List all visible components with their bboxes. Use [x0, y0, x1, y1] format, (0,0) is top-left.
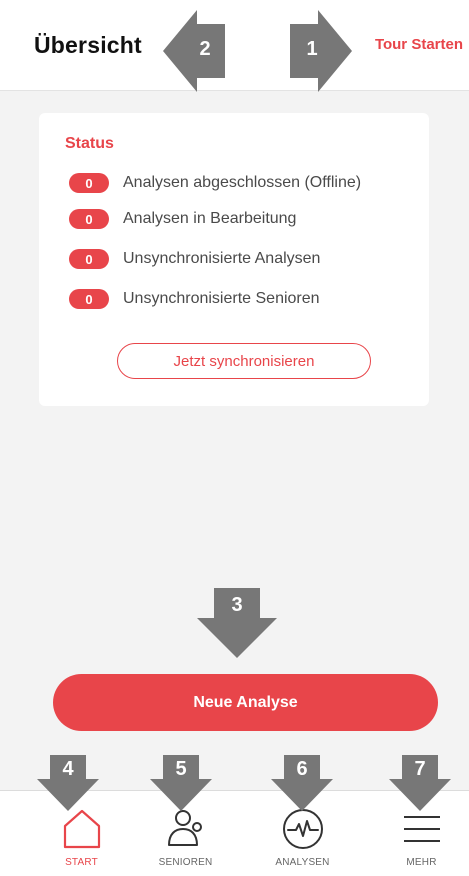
nav-label-start: START — [65, 857, 98, 868]
status-row-unsynced-seniors: 0 Unsynchronisierte Senioren — [69, 288, 320, 310]
status-card: Status 0 Analysen abgeschlossen (Offline… — [39, 113, 429, 406]
menu-icon — [403, 816, 440, 842]
sync-now-button[interactable]: Jetzt synchronisieren — [117, 343, 371, 379]
nav-item-more[interactable]: MEHR — [363, 791, 469, 876]
status-count-badge: 0 — [69, 209, 109, 229]
status-label: Analysen abgeschlossen (Offline) — [123, 174, 362, 191]
status-label: Analysen in Bearbeitung — [123, 210, 297, 227]
status-count-badge: 0 — [69, 289, 109, 309]
app-header: Übersicht Tour Starten — [0, 0, 469, 91]
arrow-down-icon — [197, 588, 277, 658]
status-heading: Status — [65, 135, 114, 152]
page-title: Übersicht — [34, 32, 142, 58]
status-count-badge: 0 — [69, 249, 109, 269]
tour-start-link[interactable]: Tour Starten — [375, 36, 463, 53]
tour-callout-number: 5 — [175, 758, 187, 780]
tour-callout-number: 3 — [231, 594, 243, 616]
seniors-icon — [167, 810, 202, 846]
nav-label-more: MEHR — [406, 857, 437, 868]
status-row-completed-offline: 0 Analysen abgeschlossen (Offline) — [69, 172, 361, 194]
status-label: Unsynchronisierte Senioren — [123, 290, 320, 307]
nav-item-analyses[interactable]: ANALYSEN — [244, 791, 361, 876]
tour-callout-number: 6 — [296, 758, 308, 780]
tour-callout-number: 7 — [414, 758, 426, 780]
nav-item-seniors[interactable]: SENIOREN — [127, 791, 244, 876]
home-icon — [63, 809, 100, 849]
tour-callout-3: 3 — [197, 588, 277, 658]
status-count-badge: 0 — [69, 173, 109, 193]
nav-label-analyses: ANALYSEN — [275, 857, 330, 868]
bottom-navigation: START SENIOREN ANALYSEN MEHR — [0, 790, 469, 876]
new-analysis-button[interactable]: Neue Analyse — [53, 674, 438, 731]
pulse-icon — [282, 809, 323, 849]
status-row-unsynced-analyses: 0 Unsynchronisierte Analysen — [69, 248, 320, 270]
tour-callout-number: 4 — [62, 758, 74, 780]
nav-label-seniors: SENIOREN — [158, 857, 213, 868]
status-row-in-progress: 0 Analysen in Bearbeitung — [69, 208, 296, 230]
status-label: Unsynchronisierte Analysen — [123, 250, 321, 267]
nav-item-start[interactable]: START — [23, 791, 140, 876]
